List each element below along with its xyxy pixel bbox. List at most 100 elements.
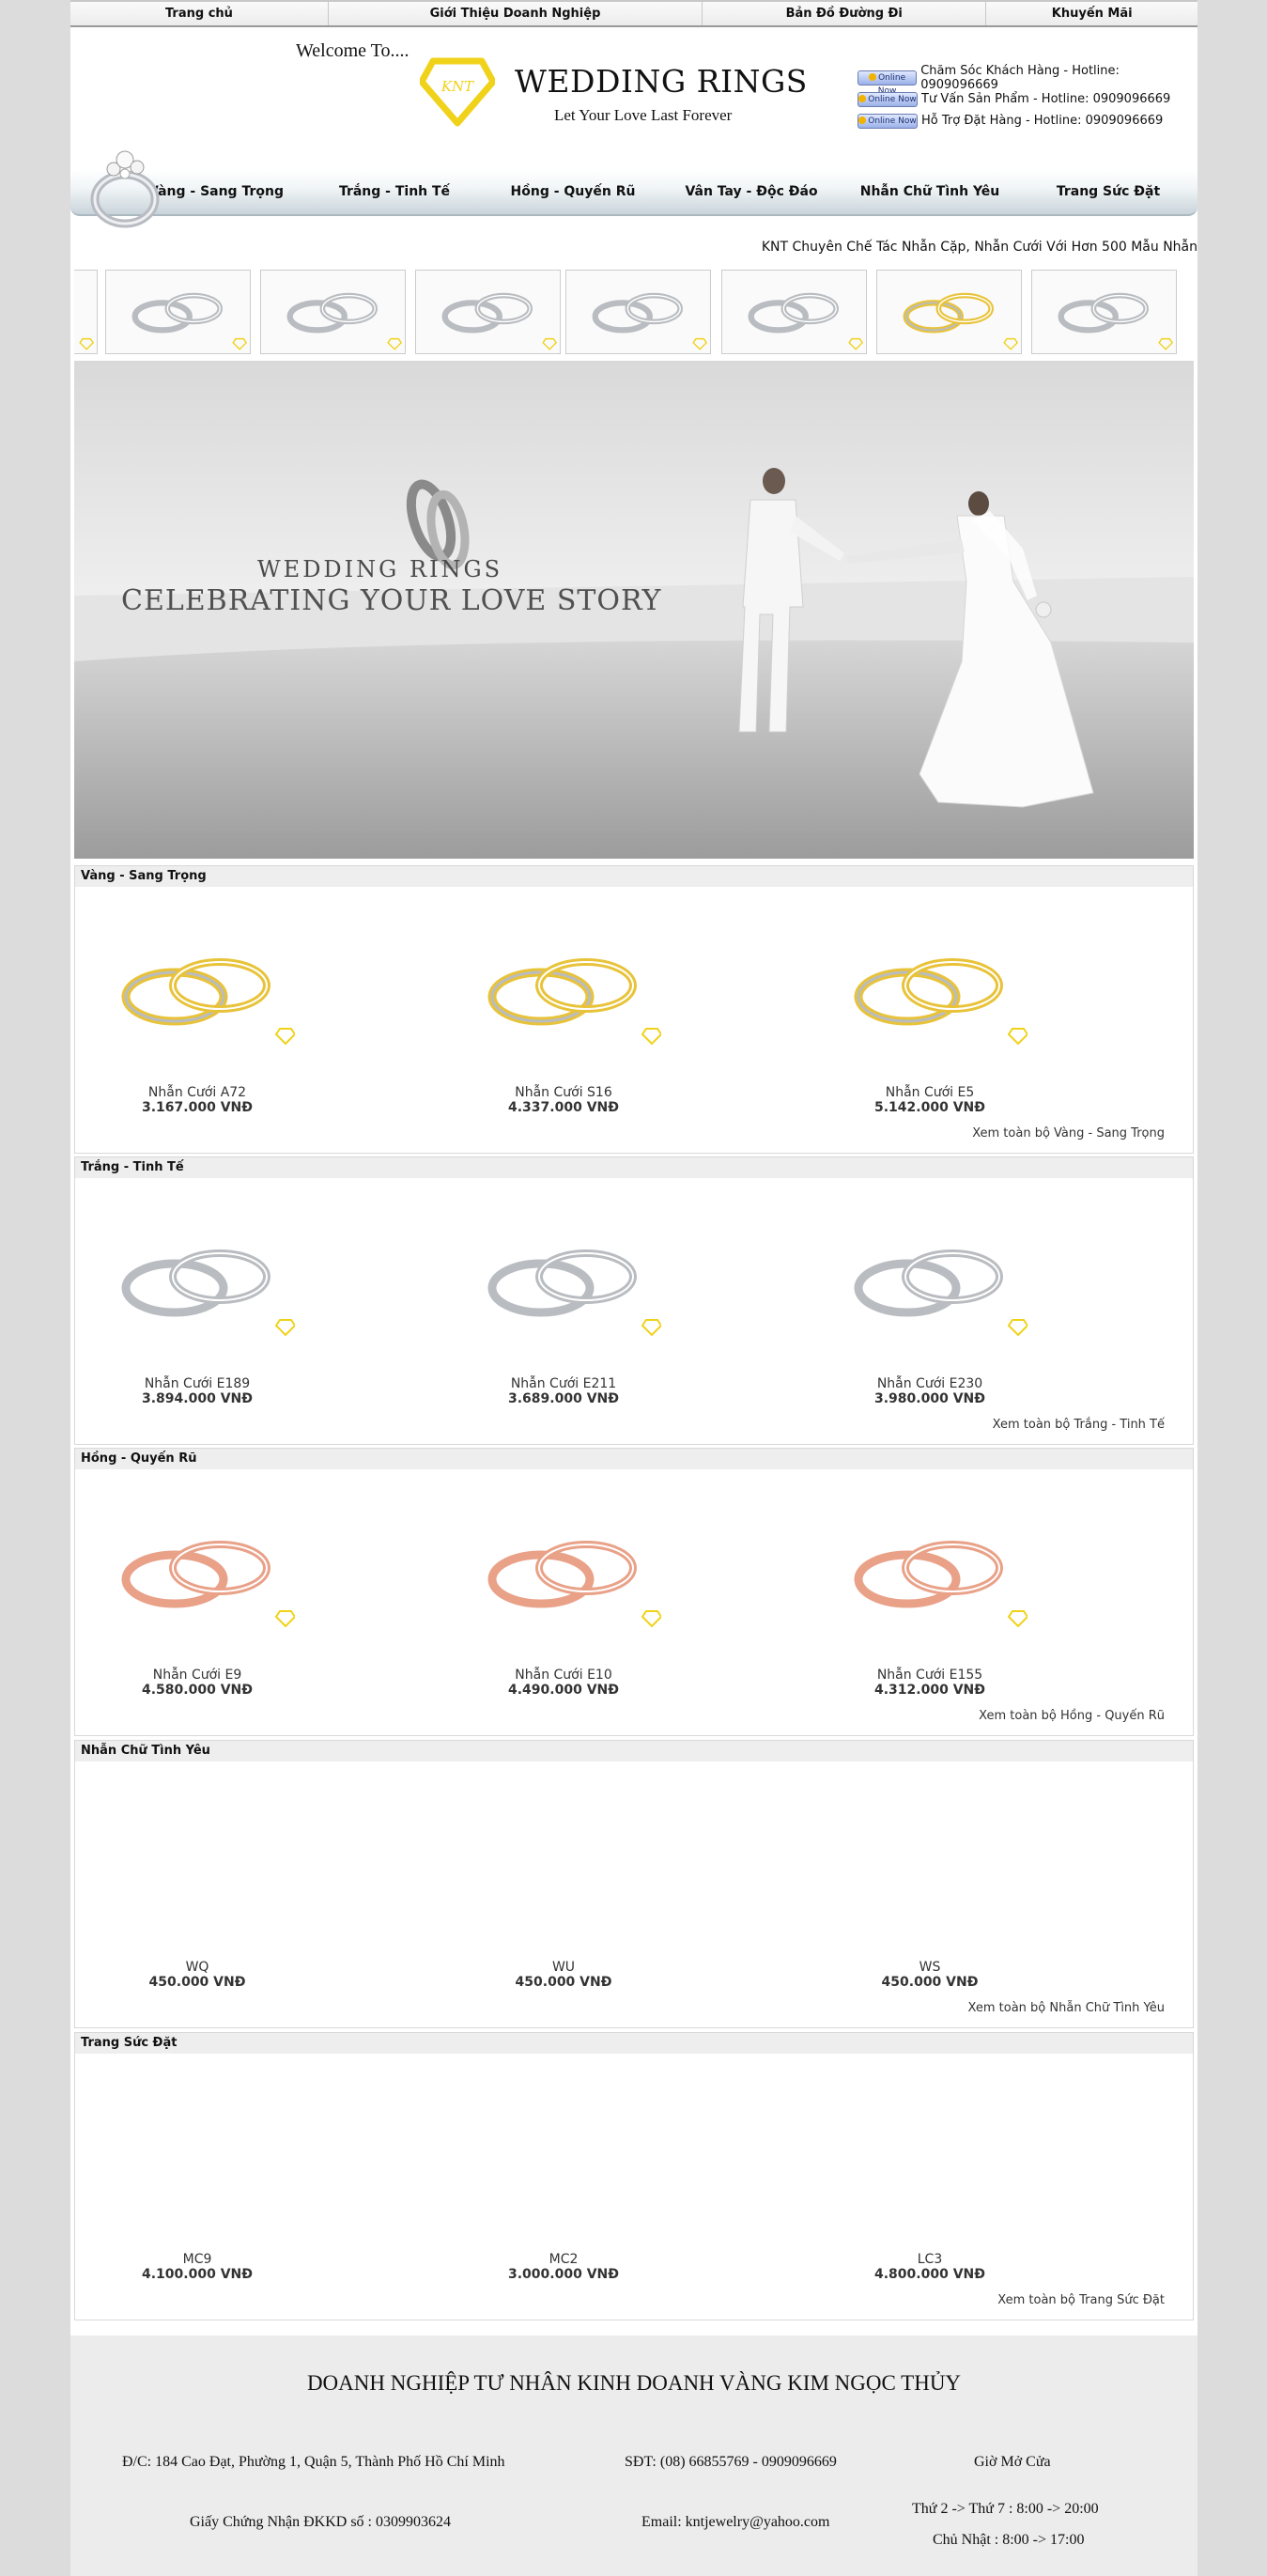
top-nav-about[interactable]: Giới Thiệu Doanh Nghiệp xyxy=(329,2,703,25)
product-image[interactable] xyxy=(832,1776,1028,1954)
product-card[interactable]: WQ 450.000 VNĐ xyxy=(75,1776,319,1990)
product-card[interactable]: Nhẫn Cưới E10 4.490.000 VNĐ xyxy=(441,1483,686,1698)
footer-email[interactable]: Email: kntjewelry@yahoo.com xyxy=(641,2514,829,2531)
knt-logo[interactable]: KNT xyxy=(418,52,497,127)
welcome-text: Welcome To.... xyxy=(296,40,409,61)
thumbnail-item[interactable] xyxy=(876,270,1022,354)
product-card[interactable]: Nhẫn Cưới E155 4.312.000 VNĐ xyxy=(808,1483,1052,1698)
ring-pair-icon xyxy=(121,1249,297,1337)
product-image[interactable] xyxy=(466,1776,661,1954)
ring-pair-icon xyxy=(441,292,558,350)
product-name[interactable]: MC2 xyxy=(441,2252,686,2267)
product-image[interactable] xyxy=(466,901,663,1079)
product-image[interactable] xyxy=(832,2068,1028,2246)
menu-item-white[interactable]: Trắng - Tinh Tế xyxy=(305,184,484,199)
product-image[interactable] xyxy=(466,1483,663,1662)
ring-pair-icon xyxy=(748,292,864,350)
product-image[interactable] xyxy=(466,1192,663,1371)
product-name[interactable]: Nhẫn Cưới E5 xyxy=(808,1085,1052,1100)
product-card[interactable]: Nhẫn Cưới S16 4.337.000 VNĐ xyxy=(441,901,686,1115)
product-card[interactable]: MC9 4.100.000 VNĐ xyxy=(75,2068,319,2282)
menu-item-fingerprint[interactable]: Vân Tay - Độc Đáo xyxy=(662,184,841,199)
product-card[interactable]: Nhẫn Cưới A72 3.167.000 VNĐ xyxy=(75,901,319,1115)
product-name[interactable]: LC3 xyxy=(808,2252,1052,2267)
product-name[interactable]: Nhẫn Cưới S16 xyxy=(441,1085,686,1100)
product-price: 4.800.000 VNĐ xyxy=(874,2267,985,2282)
top-nav-home[interactable]: Trang chủ xyxy=(70,2,329,25)
section-love-letters: Nhẫn Chữ Tình Yêu WQ 450.000 VNĐ WU 450.000 … xyxy=(74,1740,1194,2028)
product-image[interactable] xyxy=(100,2068,295,2246)
product-name[interactable]: Nhẫn Cưới E211 xyxy=(441,1376,686,1391)
product-card[interactable]: Nhẫn Cưới E9 4.580.000 VNĐ xyxy=(75,1483,319,1698)
hotline-list: Online Now Chăm Sóc Khách Hàng - Hotline… xyxy=(858,64,1197,132)
banner-title: WEDDING RINGS xyxy=(257,556,503,582)
product-image[interactable] xyxy=(100,1776,295,1954)
product-image[interactable] xyxy=(466,2068,661,2246)
product-name[interactable]: Nhẫn Cưới A72 xyxy=(75,1085,319,1100)
product-name[interactable]: WS xyxy=(808,1960,1052,1975)
product-image[interactable] xyxy=(832,1483,1029,1662)
site-footer: DOANH NGHIỆP TƯ NHÂN KINH DOANH VÀNG KIM… xyxy=(70,2335,1197,2576)
section-custom-jewelry: Trang Sức Đặt MC9 4.100.000 VNĐ MC2 3.000.00… xyxy=(74,2032,1194,2320)
top-nav-map[interactable]: Bản Đồ Đường Đi xyxy=(703,2,987,25)
ring-pair-icon xyxy=(903,292,1019,350)
company-name: DOANH NGHIỆP TƯ NHÂN KINH DOANH VÀNG KIM… xyxy=(306,2371,962,2395)
online-now-button[interactable]: Online Now xyxy=(858,113,918,129)
menu-item-rose[interactable]: Hồng - Quyến Rũ xyxy=(484,184,662,199)
banner-subtitle: CELEBRATING YOUR LOVE STORY xyxy=(121,584,662,617)
product-image[interactable] xyxy=(832,1192,1029,1371)
thumbnail-item[interactable] xyxy=(565,270,711,354)
product-image[interactable] xyxy=(100,1483,297,1662)
product-name[interactable]: Nhẫn Cưới E9 xyxy=(75,1668,319,1683)
section-title: Trang Sức Đặt xyxy=(75,2033,1193,2054)
hotline-product-advice: Online Now Tư Vấn Sản Phẩm - Hotline: 09… xyxy=(858,88,1197,110)
product-card[interactable]: Nhẫn Cưới E189 3.894.000 VNĐ xyxy=(75,1192,319,1406)
product-name[interactable]: Nhẫn Cưới E230 xyxy=(808,1376,1052,1391)
product-card[interactable]: Nhẫn Cưới E5 5.142.000 VNĐ xyxy=(808,901,1052,1115)
product-price: 4.100.000 VNĐ xyxy=(142,2267,253,2282)
product-card[interactable]: Nhẫn Cưới E230 3.980.000 VNĐ xyxy=(808,1192,1052,1406)
product-card[interactable]: Nhẫn Cưới E211 3.689.000 VNĐ xyxy=(441,1192,686,1406)
main-menu: Vàng - Sang Trọng Trắng - Tinh Tế Hồng -… xyxy=(70,169,1197,216)
ring-pair-icon xyxy=(487,1249,663,1337)
section-title: Hồng - Quyến Rũ xyxy=(75,1449,1193,1469)
thumbnail-item[interactable] xyxy=(105,270,251,354)
product-name[interactable]: Nhẫn Cưới E189 xyxy=(75,1376,319,1391)
online-now-button[interactable]: Online Now xyxy=(858,70,918,96)
thumbnail-item[interactable] xyxy=(721,270,867,354)
thumbnail-item[interactable] xyxy=(74,270,98,354)
product-image[interactable] xyxy=(100,1192,297,1371)
product-card[interactable]: WU 450.000 VNĐ xyxy=(441,1776,686,1990)
product-image[interactable] xyxy=(100,901,297,1079)
diamond-ring-icon xyxy=(90,150,160,228)
view-all-link[interactable]: Xem toàn bộ Trắng - Tinh Tế xyxy=(993,1418,1165,1432)
thumbnail-item[interactable] xyxy=(1031,270,1177,354)
product-image[interactable] xyxy=(832,901,1029,1079)
ring-pair-icon xyxy=(286,292,403,350)
product-price: 4.312.000 VNĐ xyxy=(874,1683,985,1698)
menu-item-love-letters[interactable]: Nhẫn Chữ Tình Yêu xyxy=(841,184,1019,199)
product-price: 450.000 VNĐ xyxy=(515,1975,612,1990)
top-nav-promotions[interactable]: Khuyến Mãi xyxy=(986,2,1197,25)
view-all-link[interactable]: Xem toàn bộ Nhẫn Chữ Tình Yêu xyxy=(968,2001,1165,2015)
footer-hours-sunday: Chủ Nhật : 8:00 -> 17:00 xyxy=(933,2532,1085,2548)
product-name[interactable]: MC9 xyxy=(75,2252,319,2267)
product-price: 4.490.000 VNĐ xyxy=(508,1683,619,1698)
ring-pair-icon xyxy=(487,958,663,1046)
view-all-link[interactable]: Xem toàn bộ Hồng - Quyến Rũ xyxy=(979,1709,1165,1723)
online-now-button[interactable]: Online Now xyxy=(858,91,918,107)
menu-item-custom-jewelry[interactable]: Trang Sức Đặt xyxy=(1019,184,1197,199)
product-card[interactable]: LC3 4.800.000 VNĐ xyxy=(808,2068,1052,2282)
thumbnail-item[interactable] xyxy=(415,270,561,354)
view-all-link[interactable]: Xem toàn bộ Trang Sức Đặt xyxy=(997,2293,1165,2307)
top-nav: Trang chủ Giới Thiệu Doanh Nghiệp Bản Đồ… xyxy=(70,0,1197,27)
product-name[interactable]: WQ xyxy=(75,1960,319,1975)
product-card[interactable]: WS 450.000 VNĐ xyxy=(808,1776,1052,1990)
product-name[interactable]: Nhẫn Cưới E10 xyxy=(441,1668,686,1683)
thumbnail-item[interactable] xyxy=(260,270,406,354)
view-all-link[interactable]: Xem toàn bộ Vàng - Sang Trọng xyxy=(972,1126,1165,1141)
product-price: 3.689.000 VNĐ xyxy=(508,1391,619,1406)
product-card[interactable]: MC2 3.000.000 VNĐ xyxy=(441,2068,686,2282)
product-name[interactable]: Nhẫn Cưới E155 xyxy=(808,1668,1052,1683)
product-name[interactable]: WU xyxy=(441,1960,686,1975)
